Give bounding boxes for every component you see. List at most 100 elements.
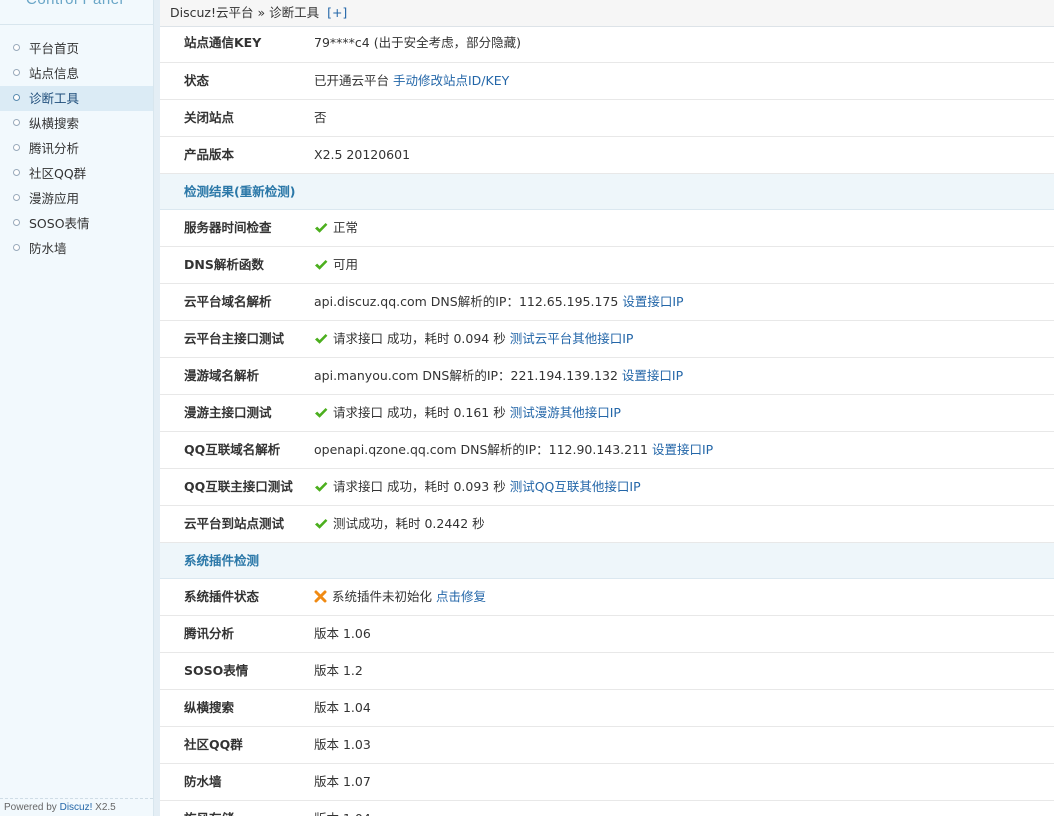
row-label: 关闭站点	[184, 110, 235, 125]
row-value: 请求接口 成功，耗时 0.094 秒 测试云平台其他接口IP	[314, 321, 633, 357]
row-action-link[interactable]: 设置接口IP	[622, 294, 683, 309]
row-label: QQ互联域名解析	[184, 442, 281, 457]
row-action-link[interactable]: 测试云平台其他接口IP	[510, 331, 634, 346]
row-value-text: api.manyou.com DNS解析的IP：221.194.139.132	[314, 368, 618, 383]
sidebar-item[interactable]: SOSO表情	[0, 211, 153, 236]
row-action-link[interactable]: 测试漫游其他接口IP	[510, 405, 621, 420]
row-value: 已开通云平台 手动修改站点ID/KEY	[314, 63, 509, 99]
sidebar-footer: Powered by Discuz! X2.5	[0, 798, 153, 816]
main-content: Discuz!云平台 » 诊断工具 [+] 站点通信KEY 79****c4 (出于…	[160, 0, 1054, 816]
row-value-text: 测试成功，耗时 0.2442 秒	[333, 516, 485, 531]
checkmark-icon	[314, 331, 333, 346]
row-action-link[interactable]: 测试QQ互联其他接口IP	[510, 479, 641, 494]
breadcrumb: Discuz!云平台 » 诊断工具 [+]	[160, 0, 1054, 27]
row-value: 版本 1.07	[314, 764, 371, 800]
breadcrumb-add-button[interactable]: [+]	[327, 5, 347, 20]
breadcrumb-text: Discuz!云平台 » 诊断工具	[170, 5, 320, 20]
sidebar-menu: 平台首页站点信息 诊断工具纵横搜索腾讯分析社区QQ群漫游应用 SOSO表情防水墙	[0, 36, 153, 261]
table-row: DNS解析函数 可用	[160, 247, 1054, 284]
row-label: 旋风存储	[184, 801, 234, 816]
bullet-icon	[13, 144, 20, 151]
row-value-text: 系统插件未初始化	[332, 589, 433, 604]
table-row: 腾讯分析 版本 1.06	[160, 616, 1054, 653]
row-label: 状态	[184, 73, 210, 88]
row-value: 版本 1.2	[314, 653, 363, 689]
row-value: 系统插件未初始化 点击修复	[314, 579, 486, 615]
bullet-icon	[13, 69, 20, 76]
sidebar-item[interactable]: 站点信息	[0, 61, 153, 86]
sidebar: Control Panel 平台首页站点信息诊断工具纵横搜索腾讯分析社区QQ群漫…	[0, 0, 154, 816]
table-row: QQ互联域名解析 openapi.qzone.qq.com DNS解析的IP：11…	[160, 432, 1054, 469]
site-info-table: 站点通信KEY 79****c4 (出于安全考虑，部分隐藏) 状态 已开通云平台 手动…	[160, 27, 1054, 174]
table-row: QQ互联主接口测试 请求接口 成功，耗时 0.093 秒 测试QQ互联其他接口IP	[160, 469, 1054, 506]
sidebar-item[interactable]: 防水墙	[0, 236, 153, 261]
row-value-text: 版本 1.03	[314, 737, 371, 752]
table-row: 状态 已开通云平台 手动修改站点ID/KEY	[160, 63, 1054, 100]
row-value-text: 版本 1.04	[314, 700, 371, 715]
row-value-text: 版本 1.2	[314, 663, 363, 678]
row-action-link[interactable]: 设置接口IP	[622, 368, 683, 383]
row-value: 版本 1.04	[314, 690, 371, 726]
sidebar-item-label: 腾讯分析	[29, 141, 80, 156]
row-label: 站点通信KEY	[184, 35, 262, 50]
bullet-icon	[13, 119, 20, 126]
bullet-icon	[13, 219, 20, 226]
sidebar-item-label: 防水墙	[29, 241, 67, 256]
row-label: 云平台主接口测试	[184, 331, 285, 346]
row-value-text: 可用	[333, 257, 359, 272]
sidebar-item[interactable]: 平台首页	[0, 36, 153, 61]
footer-discuz-link[interactable]: Discuz!	[60, 802, 93, 813]
row-value-text: 正常	[333, 220, 359, 235]
row-value-text: 版本 1.06	[314, 626, 371, 641]
row-value-text: 请求接口 成功，耗时 0.094 秒	[333, 331, 506, 346]
sidebar-item-label: 漫游应用	[29, 191, 80, 206]
table-row: 服务器时间检查 正常	[160, 210, 1054, 247]
bullet-icon	[13, 44, 20, 51]
bullet-icon	[13, 194, 20, 201]
row-value: 版本 1.04	[314, 801, 371, 816]
row-value: api.manyou.com DNS解析的IP：221.194.139.132 …	[314, 358, 683, 394]
row-value: 版本 1.03	[314, 727, 371, 763]
row-label: 腾讯分析	[184, 626, 235, 641]
table-row: 漫游主接口测试 请求接口 成功，耗时 0.161 秒 测试漫游其他接口IP	[160, 395, 1054, 432]
table-row: 纵横搜索 版本 1.04	[160, 690, 1054, 727]
footer-version: X2.5	[92, 802, 116, 813]
cross-icon	[314, 589, 332, 604]
bullet-icon	[13, 169, 20, 176]
plugin-check-table: 系统插件状态 系统插件未初始化 点击修复腾讯分析 版本 1.06 SOSO表情 版本 1…	[160, 579, 1054, 816]
row-label: 漫游域名解析	[184, 368, 260, 383]
row-label: 防水墙	[184, 774, 222, 789]
sidebar-item-label: 纵横搜索	[29, 116, 80, 131]
sidebar-item-label: 社区QQ群	[29, 166, 87, 181]
row-value-text: 否	[314, 110, 327, 125]
table-row: 云平台到站点测试 测试成功，耗时 0.2442 秒	[160, 506, 1054, 543]
check-results-table: 服务器时间检查 正常 DNS解析函数 可用 云平台域名解析 api.discuz.qq.c…	[160, 210, 1054, 543]
row-action-link[interactable]: 点击修复	[436, 589, 486, 604]
row-label: 系统插件状态	[184, 589, 260, 604]
checkmark-icon	[314, 220, 333, 235]
row-action-link[interactable]: 手动修改站点ID/KEY	[393, 73, 509, 88]
sidebar-item[interactable]: 腾讯分析	[0, 136, 153, 161]
row-value-text: 版本 1.07	[314, 774, 371, 789]
row-label: 产品版本	[184, 147, 235, 162]
row-label: 社区QQ群	[184, 737, 243, 752]
table-row: SOSO表情 版本 1.2	[160, 653, 1054, 690]
table-row: 漫游域名解析 api.manyou.com DNS解析的IP：221.194.13…	[160, 358, 1054, 395]
row-value: 否	[314, 100, 327, 136]
row-action-link[interactable]: 设置接口IP	[652, 442, 713, 457]
row-value-text: 已开通云平台	[314, 73, 390, 88]
table-row: 防水墙 版本 1.07	[160, 764, 1054, 801]
sidebar-item-label: 平台首页	[29, 41, 80, 56]
row-value-text: api.discuz.qq.com DNS解析的IP：112.65.195.17…	[314, 294, 619, 309]
table-row: 旋风存储 版本 1.04	[160, 801, 1054, 816]
row-label: QQ互联主接口测试	[184, 479, 293, 494]
row-label: 纵横搜索	[184, 700, 235, 715]
table-row: 社区QQ群 版本 1.03	[160, 727, 1054, 764]
checkmark-icon	[314, 405, 333, 420]
section-check-results[interactable]: 检测结果(重新检测)	[160, 174, 1054, 210]
sidebar-item[interactable]: 漫游应用	[0, 186, 153, 211]
sidebar-item[interactable]: 纵横搜索	[0, 111, 153, 136]
sidebar-item[interactable]: 诊断工具	[0, 86, 153, 111]
sidebar-item[interactable]: 社区QQ群	[0, 161, 153, 186]
table-row: 云平台主接口测试 请求接口 成功，耗时 0.094 秒 测试云平台其他接口IP	[160, 321, 1054, 358]
